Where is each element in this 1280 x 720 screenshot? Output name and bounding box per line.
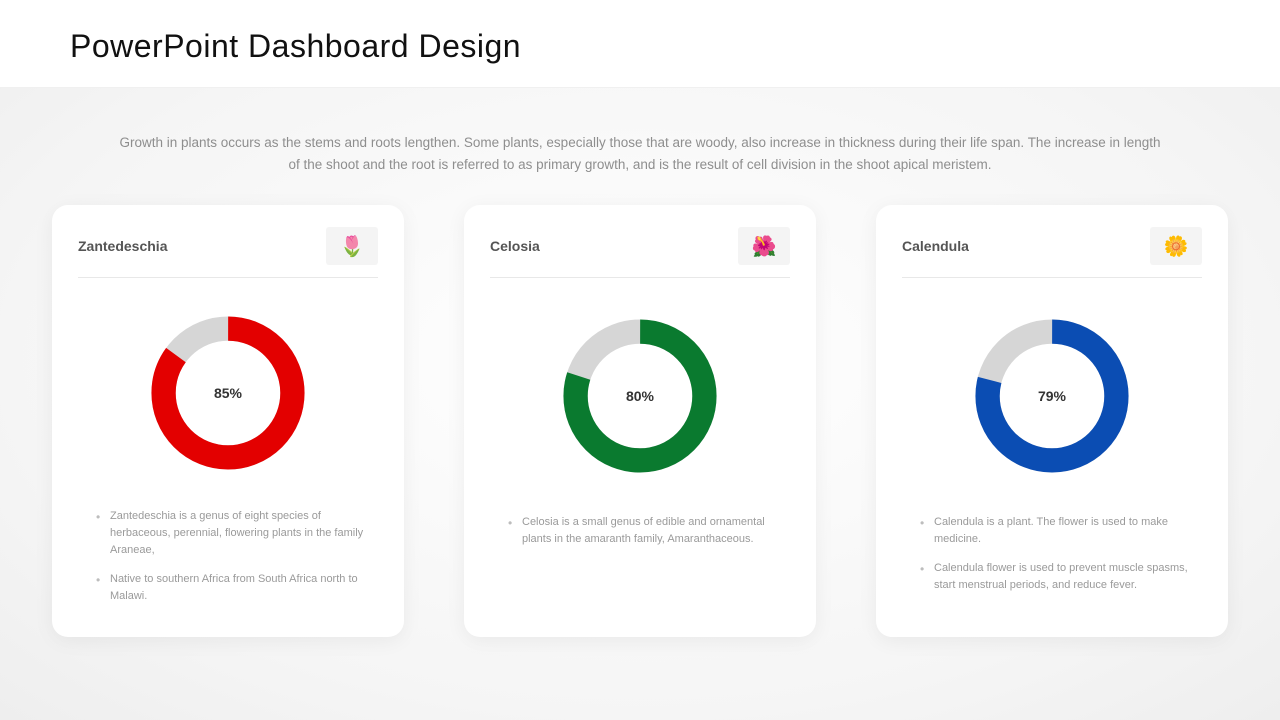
donut-chart: 85% bbox=[78, 296, 378, 490]
donut-chart: 79% bbox=[902, 296, 1202, 496]
page-title: PowerPoint Dashboard Design bbox=[70, 28, 1210, 65]
donut-percent-label: 85% bbox=[214, 385, 242, 401]
card-header: Calendula 🌼 bbox=[902, 227, 1202, 278]
donut-percent-label: 79% bbox=[1038, 388, 1066, 404]
intro-text: Growth in plants occurs as the stems and… bbox=[115, 132, 1165, 175]
card-title: Celosia bbox=[490, 238, 540, 254]
title-bar: PowerPoint Dashboard Design bbox=[0, 0, 1280, 88]
card-calendula: Calendula 🌼 79% Calendula is a plant. Th… bbox=[876, 205, 1228, 637]
card-title: Calendula bbox=[902, 238, 969, 254]
bullet-item: Calendula is a plant. The flower is used… bbox=[920, 514, 1198, 548]
bullet-item: Native to southern Africa from South Afr… bbox=[96, 571, 374, 605]
bullet-item: Celosia is a small genus of edible and o… bbox=[508, 514, 786, 548]
card-bullets: Celosia is a small genus of edible and o… bbox=[490, 514, 790, 560]
flower-icon: 🌼 bbox=[1150, 227, 1202, 265]
donut-percent-label: 80% bbox=[626, 388, 654, 404]
card-bullets: Calendula is a plant. The flower is used… bbox=[902, 514, 1202, 606]
card-bullets: Zantedeschia is a genus of eight species… bbox=[78, 508, 378, 617]
card-celosia: Celosia 🌺 80% Celosia is a small genus o… bbox=[464, 205, 816, 637]
donut-chart: 80% bbox=[490, 296, 790, 496]
card-zantedeschia: Zantedeschia 🌷 85% Zantedeschia is a gen… bbox=[52, 205, 404, 637]
bullet-item: Calendula flower is used to prevent musc… bbox=[920, 560, 1198, 594]
cards-row: Zantedeschia 🌷 85% Zantedeschia is a gen… bbox=[0, 205, 1280, 637]
flower-icon: 🌷 bbox=[326, 227, 378, 265]
card-title: Zantedeschia bbox=[78, 238, 167, 254]
flower-icon: 🌺 bbox=[738, 227, 790, 265]
card-header: Zantedeschia 🌷 bbox=[78, 227, 378, 278]
bullet-item: Zantedeschia is a genus of eight species… bbox=[96, 508, 374, 559]
card-header: Celosia 🌺 bbox=[490, 227, 790, 278]
